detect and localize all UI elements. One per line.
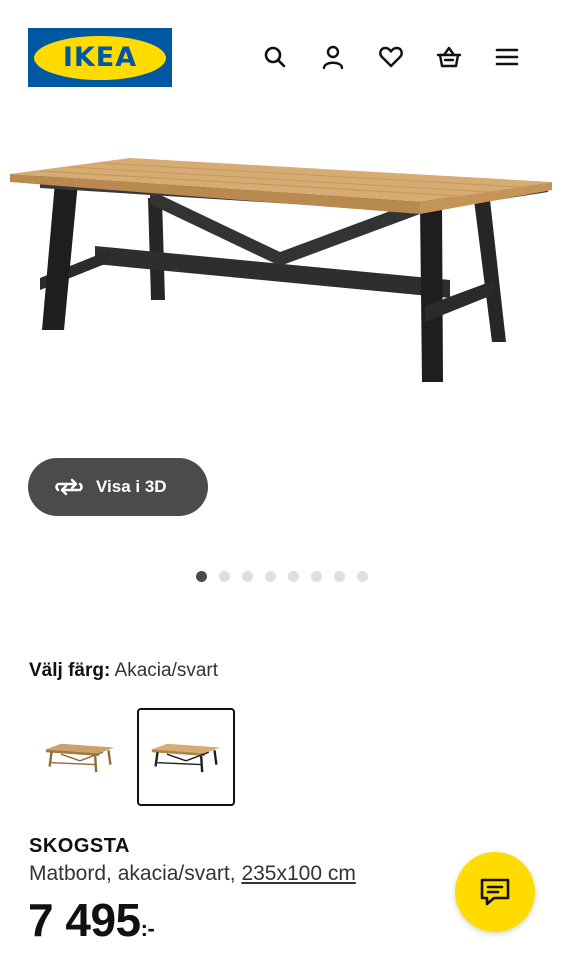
- search-icon[interactable]: [258, 40, 292, 74]
- color-selector-label: Välj färg: Akacia/svart: [29, 660, 218, 682]
- menu-icon[interactable]: [490, 40, 524, 74]
- rotate-3d-icon: [54, 476, 84, 498]
- gallery-dot[interactable]: [219, 571, 230, 582]
- product-price: 7 495:-: [28, 893, 155, 947]
- header: IKEA: [0, 0, 565, 118]
- heart-icon[interactable]: [374, 40, 408, 74]
- gallery-pagination: [196, 571, 368, 582]
- gallery-dot[interactable]: [311, 571, 322, 582]
- logo-text: IKEA: [62, 42, 138, 73]
- product-description: Matbord, akacia/svart, 235x100 cm: [29, 862, 356, 886]
- color-label: Välj färg:: [29, 660, 111, 681]
- view-in-3d-button[interactable]: Visa i 3D: [28, 458, 208, 516]
- view-in-3d-label: Visa i 3D: [96, 477, 167, 496]
- gallery-dot[interactable]: [242, 571, 253, 582]
- product-description-text: Matbord, akacia/svart,: [29, 862, 236, 885]
- chat-icon: [480, 878, 510, 906]
- gallery-dot[interactable]: [265, 571, 276, 582]
- product-size-link[interactable]: 235x100 cm: [241, 862, 355, 885]
- logo-oval: IKEA: [34, 35, 166, 80]
- user-icon[interactable]: [316, 40, 350, 74]
- gallery-dot[interactable]: [288, 571, 299, 582]
- basket-icon[interactable]: [432, 40, 466, 74]
- chat-button[interactable]: [455, 852, 535, 932]
- gallery-dot[interactable]: [196, 571, 207, 582]
- color-option-akacia-svart[interactable]: [137, 708, 235, 806]
- color-value: Akacia/svart: [114, 660, 219, 681]
- ikea-logo[interactable]: IKEA: [28, 28, 172, 87]
- price-suffix: :-: [140, 916, 155, 941]
- product-name: SKOGSTA: [29, 835, 130, 857]
- price-value: 7 495: [28, 894, 141, 946]
- gallery-dot[interactable]: [334, 571, 345, 582]
- color-option-akacia[interactable]: [31, 708, 129, 806]
- product-image[interactable]: [0, 130, 565, 430]
- gallery-dot[interactable]: [357, 571, 368, 582]
